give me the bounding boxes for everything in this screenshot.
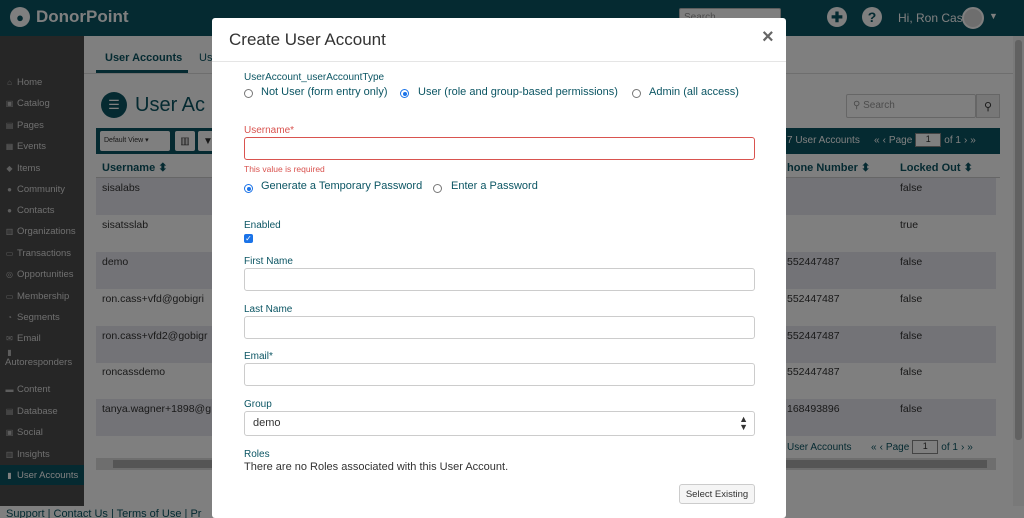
radio-generate-password-label[interactable]: Generate a Temporary Password	[261, 180, 422, 192]
group-label: Group	[244, 399, 272, 410]
checkmark-icon: ✓	[245, 234, 252, 243]
radio-not-user[interactable]	[244, 89, 253, 98]
username-error: This value is required	[244, 164, 325, 174]
group-select[interactable]: demo ▲ ▼	[244, 411, 755, 436]
email-label: Email*	[244, 351, 273, 362]
radio-user[interactable]	[400, 89, 409, 98]
radio-enter-password[interactable]	[433, 184, 442, 193]
select-arrows-icon: ▲ ▼	[739, 414, 748, 432]
roles-empty-text: There are no Roles associated with this …	[244, 461, 509, 473]
first-name-label: First Name	[244, 256, 293, 267]
last-name-field[interactable]	[244, 316, 755, 339]
modal-title: Create User Account	[229, 30, 386, 49]
modal-header: Create User Account ×	[212, 18, 786, 62]
username-label: Username*	[244, 125, 295, 136]
radio-generate-password[interactable]	[244, 184, 253, 193]
select-existing-button[interactable]: Select Existing	[679, 484, 755, 504]
first-name-field[interactable]	[244, 268, 755, 291]
close-icon[interactable]: ×	[762, 26, 774, 49]
radio-admin-label[interactable]: Admin (all access)	[649, 86, 739, 98]
radio-admin[interactable]	[632, 89, 641, 98]
username-field[interactable]	[244, 137, 755, 160]
enabled-checkbox[interactable]: ✓	[244, 234, 253, 243]
radio-enter-password-label[interactable]: Enter a Password	[451, 180, 538, 192]
enabled-label: Enabled	[244, 220, 281, 231]
account-type-label: UserAccount_userAccountType	[244, 72, 385, 83]
radio-not-user-label[interactable]: Not User (form entry only)	[261, 86, 388, 98]
email-field[interactable]	[244, 363, 755, 386]
last-name-label: Last Name	[244, 304, 293, 315]
create-user-account-modal: Create User Account × UserAccount_userAc…	[212, 18, 786, 518]
roles-label: Roles	[244, 449, 270, 460]
radio-user-label[interactable]: User (role and group-based permissions)	[418, 86, 618, 98]
